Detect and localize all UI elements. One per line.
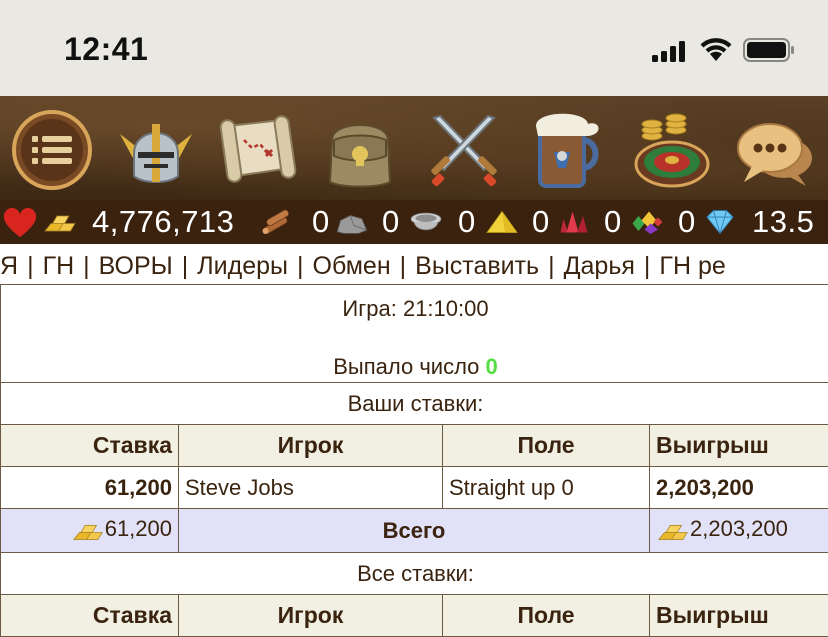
sulfur-value: 0 [532, 200, 550, 244]
total-label: Всего [179, 509, 650, 553]
game-info-row: Игра: 21:10:00 Выпало число 0 [1, 285, 828, 383]
header-bet: Ставка [1, 425, 179, 467]
total-bet: 61,200 [105, 516, 172, 541]
nav-link-leaders[interactable]: Лидеры [197, 252, 288, 280]
nav-link-gn[interactable]: ГН [43, 252, 75, 280]
crystal-value: 0 [604, 200, 622, 244]
diamonds-value: 13.5 [752, 200, 814, 244]
mercury-icon [408, 204, 444, 240]
nav-link-gn-re[interactable]: ГН ре [659, 252, 725, 280]
all-bets-title-row: Все ставки: [1, 553, 828, 595]
game-result: Выпало число 0 [7, 353, 824, 381]
gems-value: 0 [678, 200, 696, 244]
resource-wood: 0 [258, 200, 330, 244]
wood-icon [258, 204, 294, 240]
gold-bars-icon [656, 517, 690, 545]
roulette-icon[interactable] [630, 104, 714, 192]
nav-separator: | [18, 252, 43, 280]
result-label: Выпало число [333, 354, 479, 379]
resources-bar: 4,776,713 0 0 0 0 [0, 200, 828, 244]
nav-link-ya[interactable]: Я [0, 252, 18, 280]
battery-icon [743, 38, 795, 62]
row-player[interactable]: Steve Jobs [179, 467, 443, 509]
sulfur-icon [484, 204, 520, 240]
all-bets-title: Все ставки: [1, 553, 828, 595]
gold-bars-icon [42, 204, 78, 240]
row-win: 2,203,200 [650, 467, 828, 509]
table-row: 61,200 Steve Jobs Straight up 0 2,203,20… [1, 467, 828, 509]
stone-value: 0 [382, 200, 400, 244]
cellular-signal-icon [652, 40, 688, 62]
gold-bars-icon [71, 517, 105, 545]
wifi-icon [699, 36, 733, 62]
status-bar: 12:41 [0, 0, 828, 96]
status-time: 12:41 [64, 31, 148, 68]
header-player-2: Игрок [179, 595, 443, 637]
header-field: Поле [443, 425, 650, 467]
your-bets-title-row: Ваши ставки: [1, 383, 828, 425]
crossed-swords-icon[interactable] [422, 104, 506, 192]
total-win-cell: 2,203,200 [650, 509, 828, 553]
header-win-2: Выигрыш [650, 595, 828, 637]
gems-icon [628, 204, 664, 240]
mercury-value: 0 [458, 200, 476, 244]
result-number: 0 [486, 354, 498, 379]
total-win: 2,203,200 [690, 516, 788, 541]
header-win: Выигрыш [650, 425, 828, 467]
total-bet-cell: 61,200 [1, 509, 179, 553]
nav-links: Я|ГН|ВОРЫ|Лидеры|Обмен|Выставить|Дарья|Г… [0, 244, 828, 284]
nav-separator: | [391, 252, 416, 280]
map-scroll-icon[interactable] [216, 104, 300, 192]
resource-sulfur: 0 [484, 200, 550, 244]
beer-mug-icon[interactable] [526, 104, 610, 192]
your-bets-title: Ваши ставки: [1, 383, 828, 425]
resource-stone: 0 [334, 200, 400, 244]
crystal-icon [556, 204, 592, 240]
nav-link-thieves[interactable]: ВОРЫ [99, 252, 173, 280]
wood-value: 0 [312, 200, 330, 244]
heart-icon [2, 204, 38, 240]
nav-link-list[interactable]: Выставить [415, 252, 539, 280]
nav-separator: | [74, 252, 99, 280]
game-toolbar [0, 96, 828, 200]
resource-gold: 4,776,713 [42, 200, 234, 244]
nav-link-darya[interactable]: Дарья [564, 252, 635, 280]
header-bet-2: Ставка [1, 595, 179, 637]
resource-crystal: 0 [556, 200, 622, 244]
resource-mercury: 0 [408, 200, 476, 244]
resource-diamonds: 13.5 [702, 200, 814, 244]
game-info-cell: Игра: 21:10:00 Выпало число 0 [1, 285, 828, 383]
nav-separator: | [288, 252, 313, 280]
total-row: 61,200 Всего 2,203,200 [1, 509, 828, 553]
helmet-icon[interactable] [114, 104, 198, 192]
nav-separator: | [635, 252, 660, 280]
nav-separator: | [539, 252, 564, 280]
roulette-table: Игра: 21:10:00 Выпало число 0 Ваши ставк… [0, 284, 828, 637]
resource-gems: 0 [628, 200, 696, 244]
table-header-row: Ставка Игрок Поле Выигрыш [1, 425, 828, 467]
nav-link-exchange[interactable]: Обмен [313, 252, 391, 280]
backpack-icon[interactable] [318, 104, 402, 192]
stone-icon [334, 204, 370, 240]
menu-icon[interactable] [10, 104, 94, 192]
table-header-row-cut: Ставка Игрок Поле Выигрыш [1, 595, 828, 637]
chat-icon[interactable] [734, 104, 818, 192]
row-field: Straight up 0 [443, 467, 650, 509]
gold-value: 4,776,713 [92, 200, 234, 244]
header-player: Игрок [179, 425, 443, 467]
row-bet: 61,200 [1, 467, 179, 509]
game-time: Игра: 21:10:00 [7, 295, 824, 323]
diamond-icon [702, 204, 738, 240]
header-field-2: Поле [443, 595, 650, 637]
nav-separator: | [173, 252, 198, 280]
